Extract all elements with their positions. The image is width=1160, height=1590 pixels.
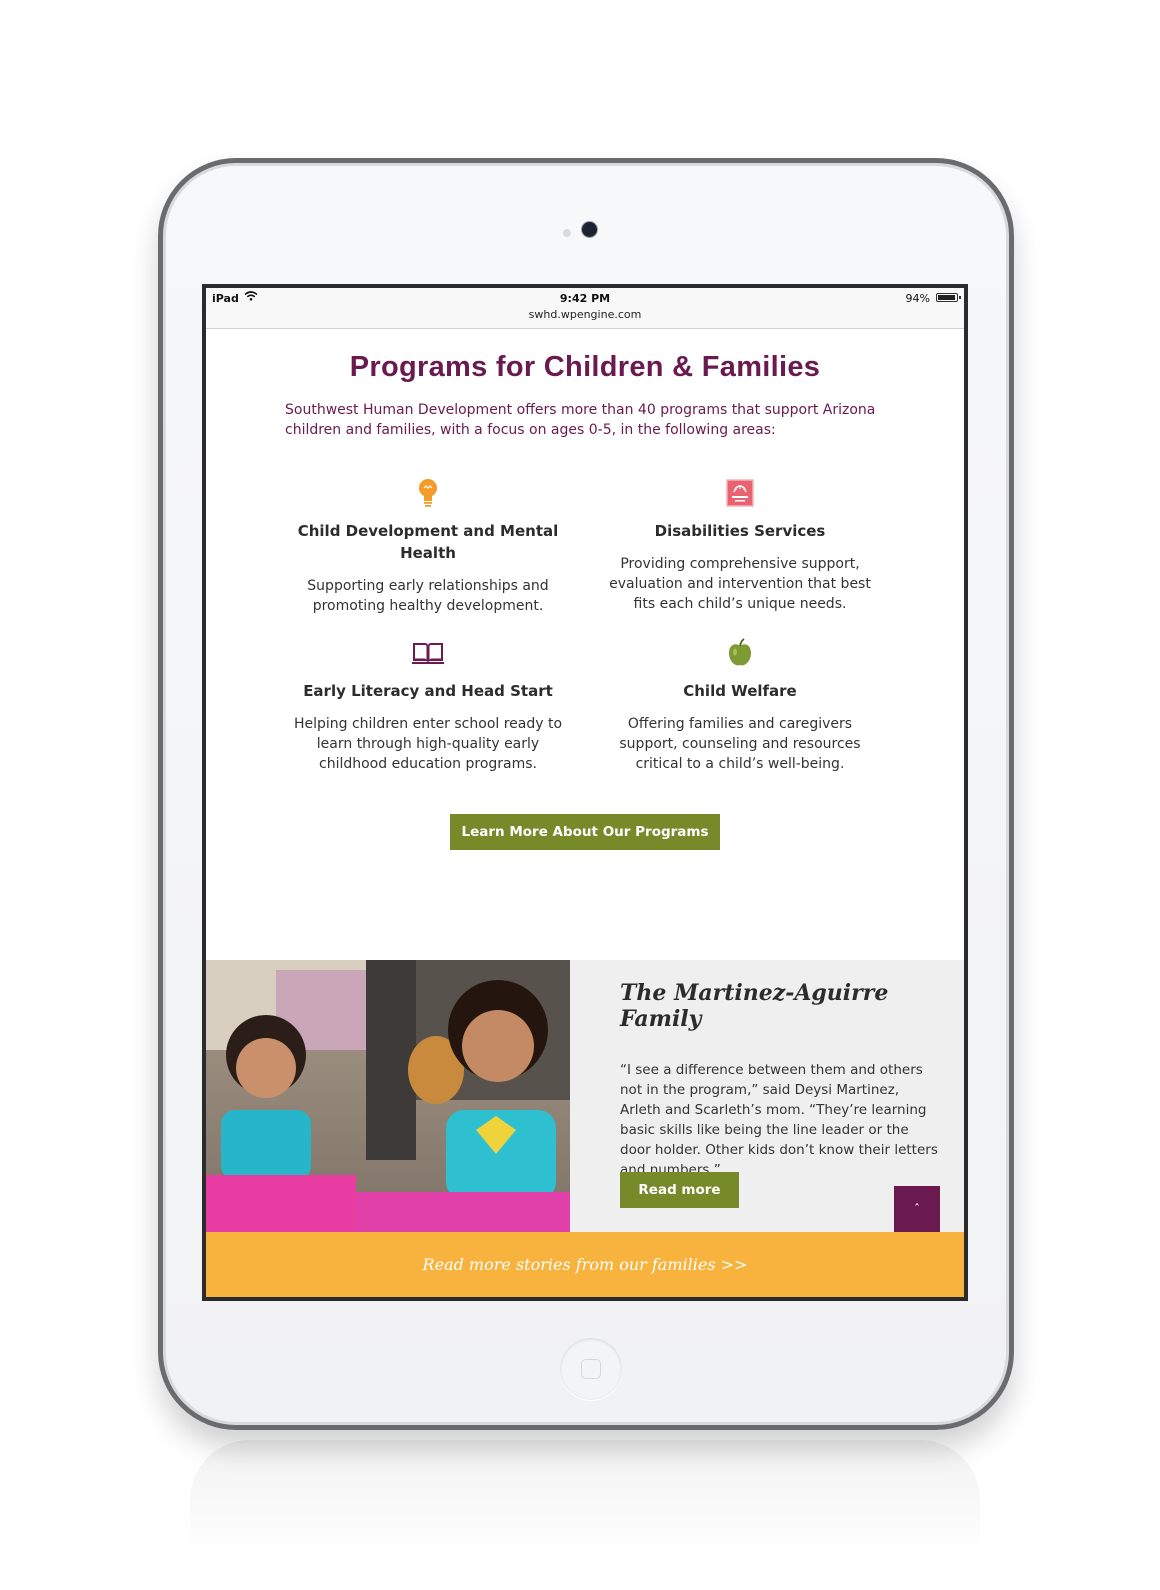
lightbulb-icon bbox=[278, 476, 578, 510]
program-child-development: Child Development and Mental Health Supp… bbox=[278, 476, 578, 616]
front-camera bbox=[582, 222, 597, 237]
program-description: Supporting early relationships and promo… bbox=[307, 578, 549, 614]
programs-grid: Child Development and Mental Health Supp… bbox=[206, 476, 964, 806]
program-description: Helping children enter school ready to l… bbox=[293, 716, 563, 772]
apple-icon bbox=[590, 636, 890, 670]
back-to-top-button[interactable]: ˆ bbox=[894, 1186, 940, 1232]
program-title: Disabilities Services bbox=[654, 522, 826, 540]
learn-more-button[interactable]: Learn More About Our Programs bbox=[450, 814, 720, 850]
home-button[interactable] bbox=[560, 1338, 622, 1400]
program-title: Early Literacy and Head Start bbox=[303, 682, 553, 700]
family-photo bbox=[206, 960, 570, 1232]
more-stories-link[interactable]: Read more stories from our families >> bbox=[423, 1255, 748, 1274]
program-child-welfare: Child Welfare Offering families and care… bbox=[590, 636, 890, 774]
battery-icon bbox=[936, 293, 961, 302]
chevron-up-icon: ˆ bbox=[914, 1202, 920, 1216]
story-quote: “I see a difference between them and oth… bbox=[620, 1062, 938, 1178]
page-title: Programs for Children & Families bbox=[349, 351, 821, 383]
status-bar: iPad 9:42 PM swhd.wpengine.com 94% bbox=[206, 288, 964, 329]
address-bar[interactable]: swhd.wpengine.com bbox=[206, 308, 964, 321]
book-icon bbox=[278, 636, 578, 670]
story-text: The Martinez-Aguirre Family “I see a dif… bbox=[620, 980, 940, 1180]
stories-banner: Read more stories from our families >> bbox=[206, 1232, 964, 1297]
hand-logo-icon bbox=[590, 476, 890, 510]
read-more-button[interactable]: Read more bbox=[620, 1172, 739, 1208]
program-title: Child Welfare bbox=[683, 682, 797, 700]
program-early-literacy: Early Literacy and Head Start Helping ch… bbox=[278, 636, 578, 774]
ipad-screen: iPad 9:42 PM swhd.wpengine.com 94% Progr… bbox=[202, 284, 968, 1301]
screen-content: iPad 9:42 PM swhd.wpengine.com 94% Progr… bbox=[206, 288, 964, 1297]
device-reflection bbox=[190, 1440, 980, 1560]
intro-text: Southwest Human Development offers more … bbox=[285, 402, 876, 438]
program-title: Child Development and Mental Health bbox=[297, 522, 559, 562]
story-title: The Martinez-Aguirre Family bbox=[620, 980, 889, 1032]
program-description: Offering families and caregivers support… bbox=[619, 716, 861, 772]
cta-wrap: Learn More About Our Programs bbox=[206, 814, 964, 850]
program-description: Providing comprehensive support, evaluat… bbox=[609, 556, 871, 612]
family-story: The Martinez-Aguirre Family “I see a dif… bbox=[206, 960, 964, 1232]
clock: 9:42 PM bbox=[559, 292, 611, 305]
program-disabilities: Disabilities Services Providing comprehe… bbox=[590, 476, 890, 614]
sensor-dot bbox=[563, 229, 571, 237]
battery-percent: 94% bbox=[905, 292, 930, 305]
